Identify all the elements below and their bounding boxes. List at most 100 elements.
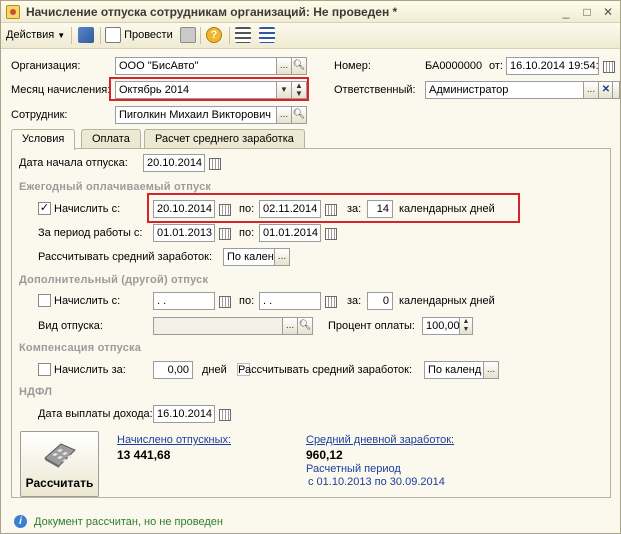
maximize-button[interactable]: □: [579, 4, 595, 20]
search-icon[interactable]: [612, 81, 620, 99]
additional-header: Дополнительный (другой) отпуск: [19, 274, 209, 286]
toolbar: Действия ▼ Провести ?: [1, 23, 620, 49]
print-icon: [180, 27, 196, 44]
calculator-icon: [44, 443, 76, 468]
pay-date-field[interactable]: 16.10.2014: [153, 405, 215, 423]
compensation-accrue-checkbox[interactable]: [38, 363, 51, 376]
help-button[interactable]: ?: [206, 26, 222, 45]
document-window: Начисление отпуска сотрудникам организац…: [0, 0, 621, 534]
calendar-icon[interactable]: [323, 226, 337, 240]
employee-field[interactable]: Пиголкин Михаил Викторович: [115, 106, 277, 124]
annual-accrue-label: Начислить с:: [54, 203, 121, 215]
calculate-button[interactable]: Рассчитать: [20, 431, 99, 497]
employee-select-button[interactable]: ...: [276, 106, 292, 124]
annual-to-label: по:: [239, 203, 255, 215]
post-document-icon: [105, 27, 121, 44]
search-icon[interactable]: 🔍︎: [297, 317, 313, 335]
compensation-days-field[interactable]: 0,00: [153, 361, 193, 379]
annual-to-field[interactable]: 02.11.2014: [259, 200, 321, 218]
status-bar: i Документ рассчитан, но не проведен: [9, 513, 613, 531]
calendar-icon[interactable]: [323, 202, 337, 216]
calculate-label: Рассчитать: [25, 476, 94, 490]
org-select-button[interactable]: ...: [276, 57, 292, 75]
tab-conditions[interactable]: Условия: [11, 129, 76, 150]
start-date-label: Дата начала отпуска:: [19, 157, 128, 169]
chevron-down-icon: ▼: [57, 31, 66, 40]
month-label: Месяц начисления:: [11, 84, 111, 96]
document-icon: [6, 5, 20, 19]
window-title: Начисление отпуска сотрудникам организац…: [26, 5, 398, 19]
org-field[interactable]: ООО "БисАвто": [115, 57, 277, 75]
tab-average-earnings[interactable]: Расчет среднего заработка: [144, 129, 305, 149]
additional-days-field[interactable]: 0: [367, 292, 393, 310]
vacation-type-field[interactable]: [153, 317, 283, 335]
status-text: Документ рассчитан, но не проведен: [34, 516, 223, 528]
avg-daily-label[interactable]: Средний дневной заработок:: [306, 432, 454, 448]
calendar-icon[interactable]: [323, 294, 337, 308]
pay-percent-field[interactable]: 100,00: [422, 317, 460, 335]
responsible-field[interactable]: Администратор: [425, 81, 584, 99]
compensation-header: Компенсация отпуска: [19, 342, 142, 354]
additional-days-unit: календарных дней: [399, 295, 495, 307]
accrued-label[interactable]: Начислено отпускных:: [117, 432, 231, 448]
month-field[interactable]: Октябрь 2014: [115, 81, 277, 99]
tab-payment[interactable]: Оплата: [81, 129, 141, 149]
calendar-icon[interactable]: [601, 59, 615, 73]
responsible-select-button[interactable]: ...: [583, 81, 599, 99]
additional-accrue-label: Начислить с:: [54, 295, 121, 307]
print-button[interactable]: [180, 26, 196, 45]
annual-avg-select-button[interactable]: ...: [274, 248, 290, 266]
employee-label: Сотрудник:: [11, 109, 68, 121]
compensation-avg-field[interactable]: По календ: [424, 361, 484, 379]
calendar-icon[interactable]: [217, 202, 231, 216]
annual-days-field[interactable]: 14: [367, 200, 393, 218]
document-date-field[interactable]: 16.10.2014 19:54:: [506, 57, 599, 75]
minimize-button[interactable]: _: [558, 4, 574, 20]
start-date-field[interactable]: 20.10.2014: [143, 154, 205, 172]
tree-icon: [259, 27, 275, 44]
movements-button[interactable]: [259, 26, 275, 45]
close-button[interactable]: ✕: [600, 4, 616, 20]
org-label: Организация:: [11, 60, 81, 72]
chevron-down-icon[interactable]: ▼: [276, 81, 292, 99]
additional-from-field[interactable]: . .: [153, 292, 215, 310]
vacation-type-select-button[interactable]: ...: [282, 317, 298, 335]
toolbar-separator: [71, 27, 72, 44]
toolbar-separator: [200, 27, 201, 44]
period-to-field[interactable]: 01.01.2014: [259, 224, 321, 242]
month-stepper[interactable]: ▲ ▼: [291, 81, 307, 99]
annual-avg-label: Рассчитывать средний заработок:: [38, 251, 213, 263]
additional-to-field[interactable]: . .: [259, 292, 321, 310]
pay-date-label: Дата выплаты дохода:: [38, 408, 153, 420]
post-button[interactable]: Провести: [105, 26, 173, 45]
period-range: с 01.10.2013 по 30.09.2014: [308, 476, 445, 488]
calendar-icon[interactable]: [217, 407, 231, 421]
annual-avg-field[interactable]: По кален: [223, 248, 275, 266]
toolbar-separator: [229, 27, 230, 44]
search-icon[interactable]: 🔍︎: [291, 57, 307, 75]
period-label: За период работы с:: [38, 227, 143, 239]
toolbar-separator: [100, 27, 101, 44]
compensation-avg-select-button[interactable]: ...: [483, 361, 499, 379]
pay-percent-stepper[interactable]: ▲ ▼: [459, 317, 473, 335]
pay-percent-label: Процент оплаты:: [328, 320, 415, 332]
back-button[interactable]: [78, 26, 94, 45]
actions-menu[interactable]: Действия ▼: [6, 26, 65, 45]
calendar-icon[interactable]: [207, 156, 221, 170]
number-label: Номер:: [334, 60, 371, 72]
post-label: Провести: [124, 29, 173, 41]
calendar-icon[interactable]: [217, 226, 231, 240]
calendar-icon[interactable]: [217, 294, 231, 308]
annual-for-label: за:: [347, 203, 362, 215]
annual-accrue-checkbox[interactable]: ✓: [38, 202, 51, 215]
compensation-avg-label: Рассчитывать средний заработок:: [238, 364, 413, 376]
info-icon: i: [14, 515, 27, 528]
ndfl-header: НДФЛ: [19, 386, 53, 398]
title-bar: Начисление отпуска сотрудникам организац…: [1, 1, 620, 23]
period-from-field[interactable]: 01.01.2013: [153, 224, 215, 242]
annual-from-field[interactable]: 20.10.2014: [153, 200, 215, 218]
additional-accrue-checkbox[interactable]: [38, 294, 51, 307]
search-icon[interactable]: 🔍︎: [291, 106, 307, 124]
annual-days-unit: календарных дней: [399, 203, 495, 215]
structure-button[interactable]: [235, 26, 251, 45]
